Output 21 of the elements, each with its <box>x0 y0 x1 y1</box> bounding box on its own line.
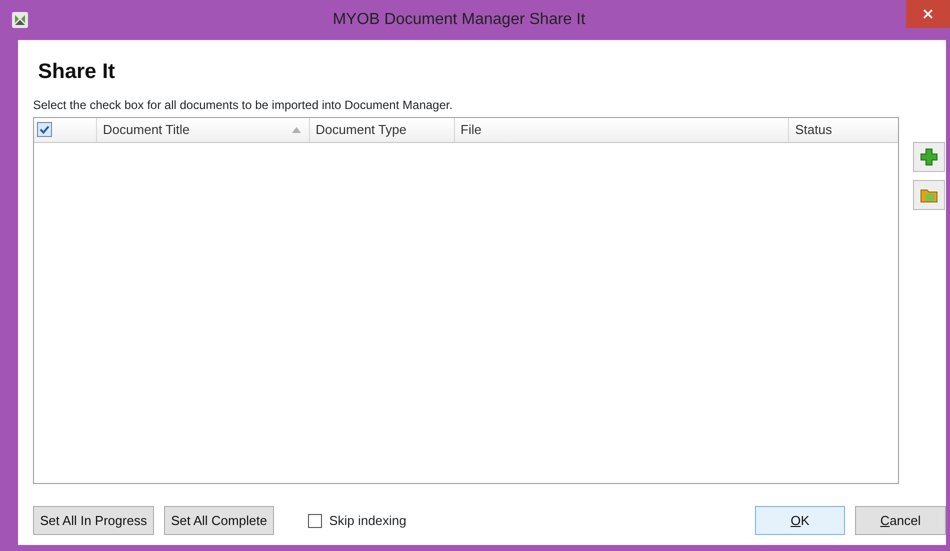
column-header[interactable]: Document Title <box>96 118 309 142</box>
folder-icon <box>920 186 938 202</box>
skip-indexing-checkbox[interactable] <box>308 514 322 528</box>
instruction-text: Select the check box for all documents to be imported into Document Manager. <box>33 98 453 112</box>
close-button[interactable] <box>906 0 950 28</box>
add-icon <box>920 148 938 166</box>
checkbox-label: Skip indexing <box>329 512 406 530</box>
add-button[interactable] <box>913 142 945 172</box>
footer-button[interactable]: Set All In Progress <box>33 506 154 535</box>
select-all-checkbox[interactable] <box>37 122 52 137</box>
import-button[interactable] <box>913 180 945 210</box>
window-title: MYOB Document Manager Share It <box>332 10 586 30</box>
footer-button[interactable]: Set All Complete <box>164 506 274 535</box>
column-header[interactable]: File <box>454 118 788 142</box>
ok-button[interactable]: OK <box>755 506 845 535</box>
column-header[interactable]: Document Type <box>308 118 454 142</box>
app-icon <box>12 12 28 28</box>
column-header[interactable]: Status <box>788 118 898 142</box>
cancel-button[interactable]: Cancel <box>855 506 946 535</box>
close-icon <box>923 9 933 19</box>
heading: Share It <box>38 59 116 85</box>
